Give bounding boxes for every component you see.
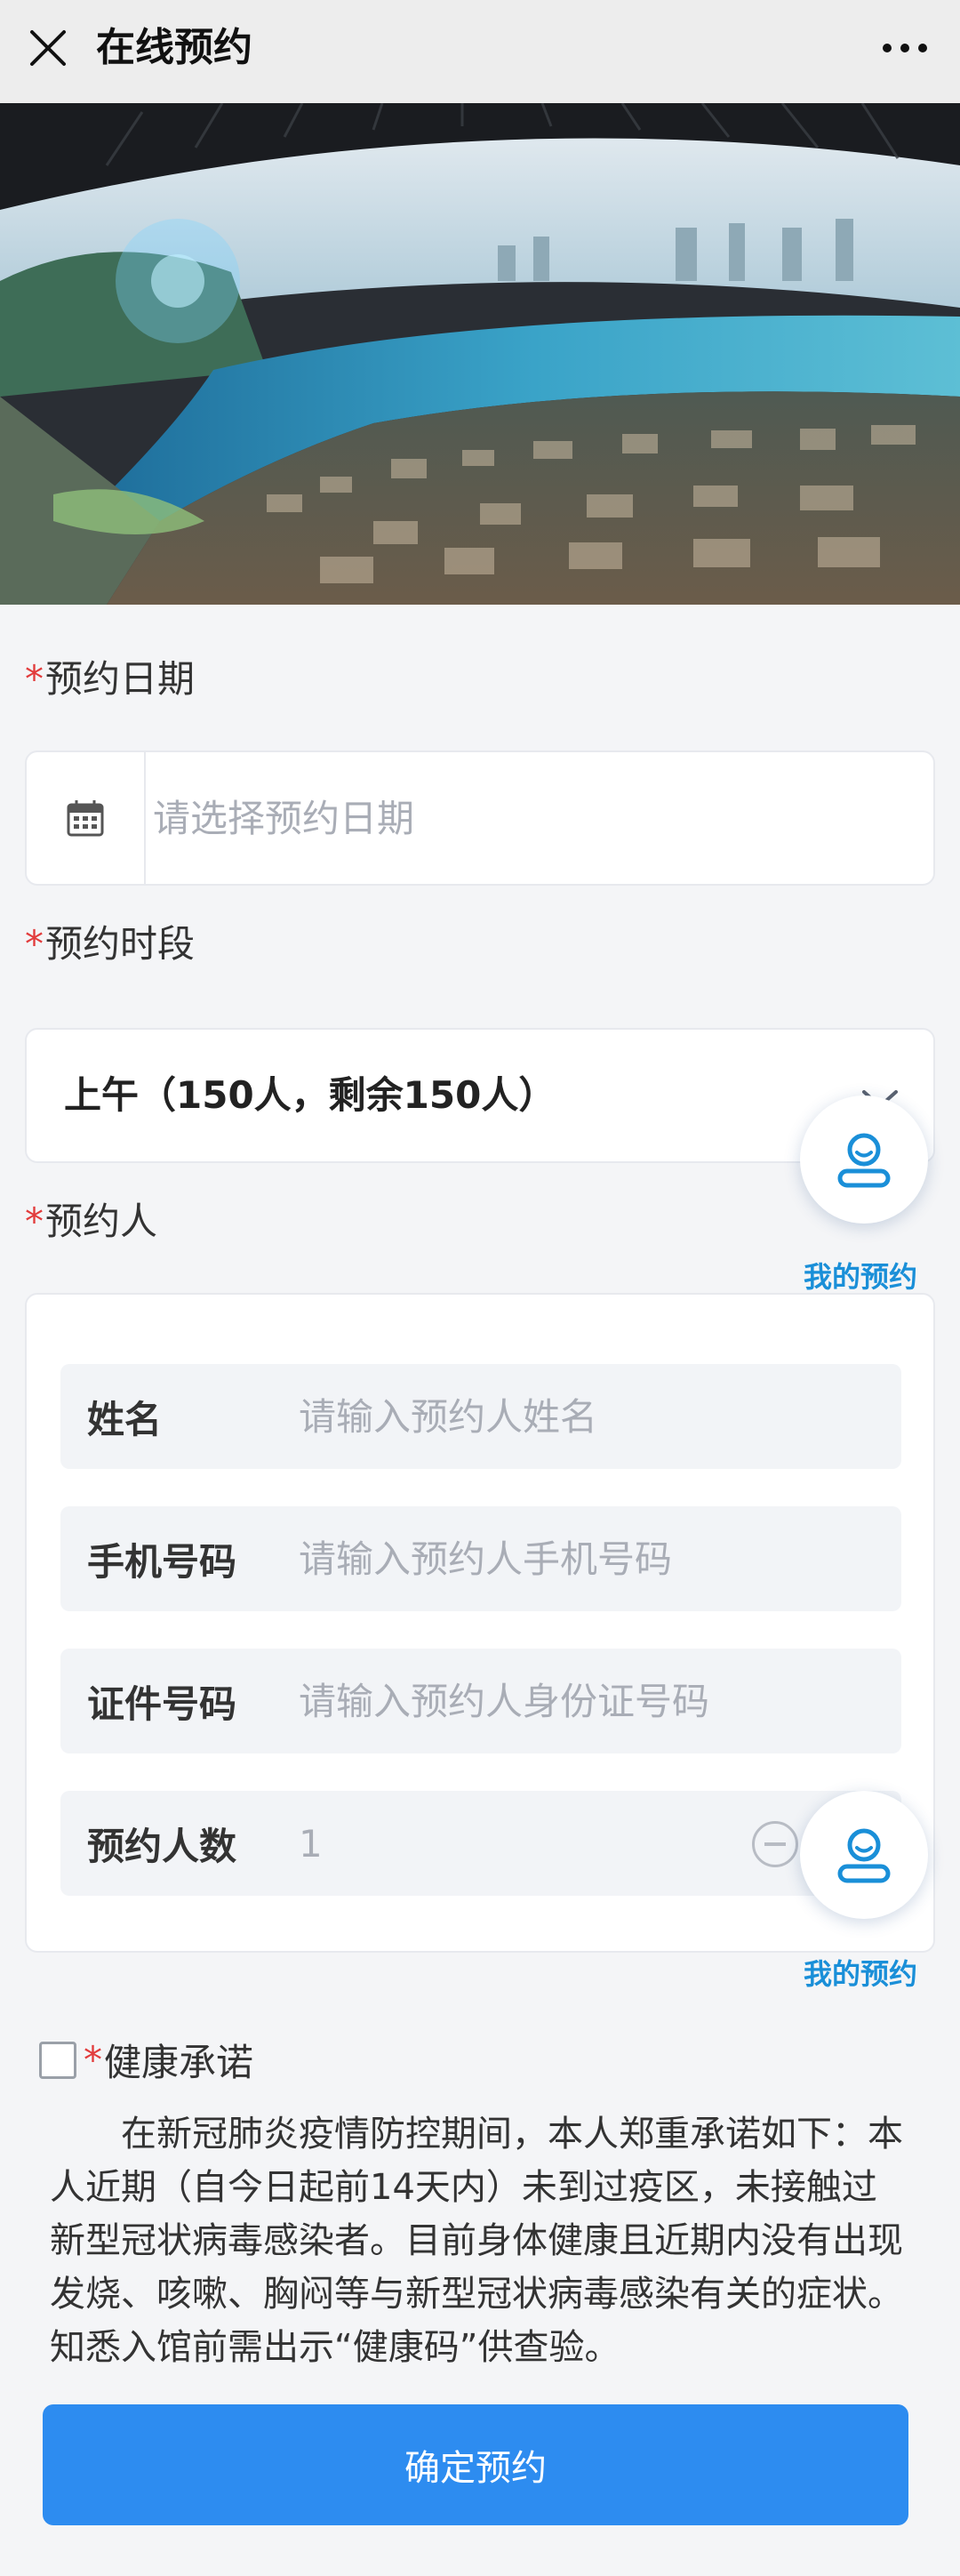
id-field-label: 证件号码: [87, 1681, 237, 1726]
my-booking-float-button[interactable]: [800, 1791, 928, 1919]
phone-field-label: 手机号码: [87, 1539, 237, 1584]
time-slot-select[interactable]: 上午（150人，剩余150人）: [25, 1028, 935, 1163]
person-label-text: 预约人: [45, 1200, 158, 1243]
health-promise-title: 健康承诺: [104, 2041, 254, 2084]
phone-field: 手机号码: [60, 1506, 901, 1611]
count-field: 预约人数 1: [60, 1791, 901, 1896]
confirm-booking-button[interactable]: 确定预约: [43, 2404, 908, 2525]
time-slot-label-text: 预约时段: [45, 922, 196, 966]
user-icon: [837, 1133, 891, 1188]
my-booking-label[interactable]: 我的预约: [804, 1259, 917, 1295]
required-mark: *: [25, 1200, 44, 1243]
top-bar: 在线预约: [0, 0, 960, 103]
user-icon: [837, 1828, 891, 1883]
name-field-label: 姓名: [87, 1397, 163, 1441]
more-icon[interactable]: [873, 23, 937, 73]
close-icon[interactable]: [23, 23, 73, 73]
health-promise-checkbox[interactable]: [39, 2041, 76, 2079]
banner-image: [0, 103, 960, 605]
name-field: 姓名: [60, 1364, 901, 1469]
minus-icon[interactable]: [752, 1821, 798, 1867]
required-mark: *: [25, 657, 44, 701]
person-card: 姓名 手机号码 证件号码 预约人数 1: [25, 1293, 935, 1953]
health-promise-row: * 健康承诺: [39, 2033, 253, 2087]
id-input[interactable]: [299, 1679, 901, 1723]
calendar-icon[interactable]: [27, 752, 146, 884]
health-promise-text: 在新冠肺炎疫情防控期间，本人郑重承诺如下：本人近期（自今日起前14天内）未到过疫…: [50, 2114, 903, 2368]
required-mark: *: [25, 922, 44, 966]
date-label-text: 预约日期: [45, 657, 196, 701]
my-booking-label[interactable]: 我的预约: [804, 1956, 917, 1992]
my-booking-float-button[interactable]: [800, 1095, 928, 1224]
date-picker[interactable]: [25, 750, 935, 886]
name-input[interactable]: [299, 1394, 901, 1439]
time-slot-value: 上午（150人，剩余150人）: [64, 1073, 556, 1117]
phone-input[interactable]: [299, 1537, 901, 1581]
page-title: 在线预约: [96, 25, 252, 70]
time-slot-label: *预约时段: [25, 919, 195, 969]
count-field-label: 预约人数: [87, 1824, 237, 1868]
required-mark: *: [84, 2038, 102, 2082]
date-input[interactable]: [146, 752, 933, 884]
id-field: 证件号码: [60, 1649, 901, 1753]
date-label: *预约日期: [25, 654, 195, 704]
person-label: *预约人: [25, 1197, 157, 1247]
